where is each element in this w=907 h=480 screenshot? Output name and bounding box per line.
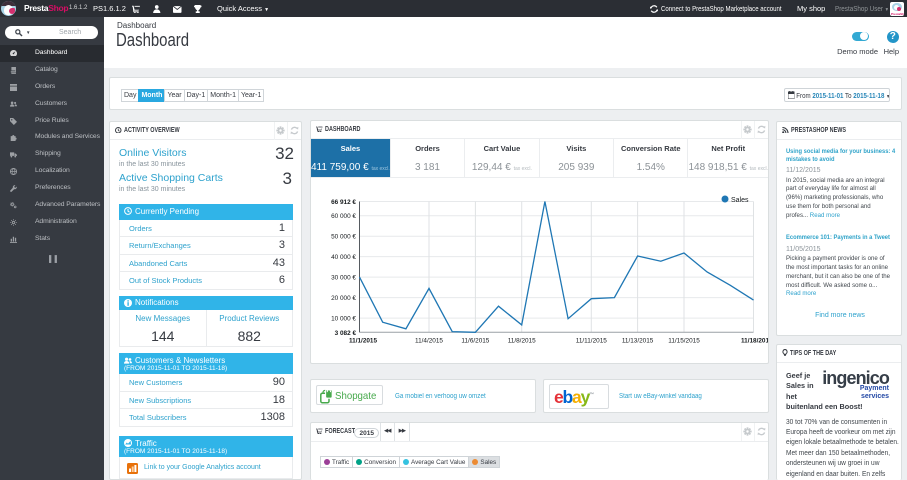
svg-text:50 000 €: 50 000 € xyxy=(331,233,356,240)
svg-text:11/11/2015: 11/11/2015 xyxy=(576,337,607,344)
svg-text:30 000 €: 30 000 € xyxy=(331,274,356,281)
svg-text:10 000 €: 10 000 € xyxy=(331,315,356,322)
svg-text:11/6/2015: 11/6/2015 xyxy=(461,337,489,344)
svg-text:3 082 €: 3 082 € xyxy=(335,330,357,337)
svg-text:20 000 €: 20 000 € xyxy=(331,295,356,302)
svg-text:11/8/2015: 11/8/2015 xyxy=(508,337,536,344)
svg-text:11/18/201: 11/18/201 xyxy=(741,337,768,344)
svg-text:11/4/2015: 11/4/2015 xyxy=(415,337,443,344)
svg-text:11/13/2015: 11/13/2015 xyxy=(622,337,654,344)
svg-text:60 000 €: 60 000 € xyxy=(331,213,356,220)
svg-text:66 912 €: 66 912 € xyxy=(331,199,356,206)
svg-text:11/1/2015: 11/1/2015 xyxy=(349,337,378,344)
svg-text:Sales: Sales xyxy=(731,197,749,204)
svg-text:40 000 €: 40 000 € xyxy=(331,254,356,261)
svg-text:11/15/2015: 11/15/2015 xyxy=(668,337,700,344)
